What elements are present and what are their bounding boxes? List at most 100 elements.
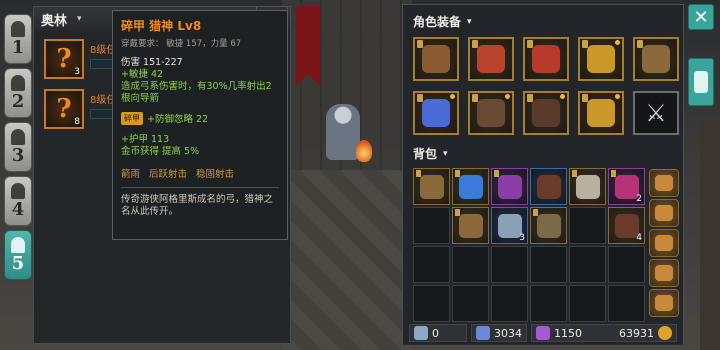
bag-cell[interactable] — [452, 246, 489, 283]
character-icon — [11, 21, 25, 37]
scroll-icon — [655, 205, 673, 221]
item-skills: 箭雨 后跃射击 稳固射击 — [121, 169, 235, 180]
glove-icon — [458, 213, 483, 238]
ring-icon — [587, 99, 615, 127]
character-sheet-button[interactable] — [688, 58, 714, 106]
item-gem-row: 碎甲 +防御忽略 22 — [121, 111, 279, 125]
bag-cell[interactable] — [569, 285, 606, 322]
ring-icon — [587, 45, 615, 73]
bag-cell[interactable] — [413, 285, 450, 322]
bag-cell[interactable] — [413, 207, 450, 244]
side-item-chest[interactable] — [649, 169, 679, 197]
inventory-panel: 角色装备 ▾ ⚔ 背包 ▾ 2 3 4 0 3034 1150 63931 — [402, 4, 684, 346]
equip-slot-shoulder[interactable] — [413, 37, 459, 81]
bag-cell[interactable] — [452, 207, 489, 244]
side-item-bag[interactable] — [649, 259, 679, 287]
key-icon — [414, 326, 428, 340]
side-item-pouch[interactable] — [649, 229, 679, 257]
staff-icon — [536, 213, 561, 238]
bag-cell[interactable] — [413, 168, 450, 205]
boot-icon — [614, 213, 639, 238]
equip-slot-cape[interactable] — [523, 37, 569, 81]
caret-icon: ▾ — [467, 16, 472, 27]
equip-slot-ring[interactable] — [578, 37, 624, 81]
bag-cell[interactable]: 2 — [608, 168, 645, 205]
equip-slot-gloves[interactable] — [468, 91, 514, 135]
tab-5[interactable]: 5 — [4, 230, 32, 280]
item-name: 碎甲 猎神 Lv8 — [121, 19, 202, 33]
equip-slot-weapon[interactable]: ⚔ — [633, 91, 679, 135]
side-item-scroll[interactable] — [649, 199, 679, 227]
cap-icon — [614, 174, 639, 199]
character-icon — [694, 71, 708, 93]
bag-cell[interactable] — [491, 246, 528, 283]
bag-cell[interactable] — [452, 285, 489, 322]
player-character[interactable] — [326, 104, 360, 160]
bag-cell[interactable] — [608, 285, 645, 322]
bag-cell[interactable]: 3 — [491, 207, 528, 244]
currency-bar: 0 3034 1150 63931 — [409, 323, 681, 343]
gold-coin-icon — [658, 326, 672, 340]
equip-slot-ring-2[interactable] — [578, 91, 624, 135]
boots-icon — [532, 99, 560, 127]
quest-icon: ? 3 — [44, 39, 84, 79]
bag-title[interactable]: 背包 ▾ — [413, 145, 448, 162]
bag-icon — [655, 265, 673, 281]
quest-item[interactable]: ? 8 8级任 — [40, 87, 120, 133]
bag-cell[interactable] — [530, 168, 567, 205]
tab-4[interactable]: 4 — [4, 176, 32, 226]
item-flavor-text: 传奇游侠阿格里斯成名的弓，猎神之名从此传开。 — [121, 194, 274, 217]
item-stat: 造成弓系伤害时，有30%几率射出2根向导箭 — [121, 81, 272, 104]
equip-slot-bow[interactable] — [633, 37, 679, 81]
dungeon-floor — [282, 170, 412, 350]
claw-icon — [575, 174, 600, 199]
character-icon — [11, 75, 25, 91]
gem-chip: 碎甲 — [121, 111, 143, 125]
shoulder-icon — [422, 45, 450, 73]
quest-icon: ? 8 — [44, 89, 84, 129]
item-set-stat: +护甲 113 — [121, 134, 170, 145]
character-icon — [11, 237, 25, 253]
bag-cell[interactable] — [569, 168, 606, 205]
bag-cell[interactable] — [569, 207, 606, 244]
tab-3[interactable]: 3 — [4, 122, 32, 172]
character-icon — [11, 183, 25, 199]
close-button[interactable]: ✕ — [688, 4, 714, 30]
cape-icon — [532, 45, 560, 73]
tab-2[interactable]: 2 — [4, 68, 32, 118]
helmet-icon — [497, 174, 522, 199]
currency-crystals-gold: 1150 63931 — [531, 324, 677, 342]
caret-icon: ▾ — [443, 148, 448, 159]
equip-slot-boots[interactable] — [523, 91, 569, 135]
bag-cell[interactable] — [530, 207, 567, 244]
bag-cell[interactable] — [452, 168, 489, 205]
bag-cell[interactable] — [530, 285, 567, 322]
bag-cell[interactable] — [491, 285, 528, 322]
chest-armor-icon — [477, 45, 505, 73]
item-damage: 伤害 151-227 — [121, 57, 183, 68]
cloak-icon — [536, 174, 561, 199]
side-item-loaf[interactable] — [649, 289, 679, 317]
quest-item[interactable]: ? 3 8级任 — [40, 37, 120, 83]
currency-gems: 3034 — [471, 324, 527, 342]
bag-cell[interactable] — [608, 246, 645, 283]
bag-cell[interactable] — [569, 246, 606, 283]
equip-slot-amulet[interactable] — [413, 91, 459, 135]
gem-stat: +防御忽略 22 — [147, 114, 209, 125]
torch-flame — [356, 140, 372, 162]
equip-slot-chest[interactable] — [468, 37, 514, 81]
red-banner — [296, 6, 320, 86]
bag-cell[interactable] — [413, 246, 450, 283]
bread-icon — [655, 295, 673, 311]
gem-icon — [476, 326, 490, 340]
bag-cell[interactable] — [530, 246, 567, 283]
bag-cell[interactable]: 4 — [608, 207, 645, 244]
bow-icon — [642, 45, 670, 73]
equipment-title[interactable]: 角色装备 ▾ — [413, 13, 472, 30]
tab-1[interactable]: 1 — [4, 14, 32, 64]
arrow-icon — [419, 174, 444, 199]
caret-icon: ▾ — [77, 14, 82, 24]
bag-cell[interactable] — [491, 168, 528, 205]
character-icon — [11, 129, 25, 145]
divider — [121, 187, 279, 188]
